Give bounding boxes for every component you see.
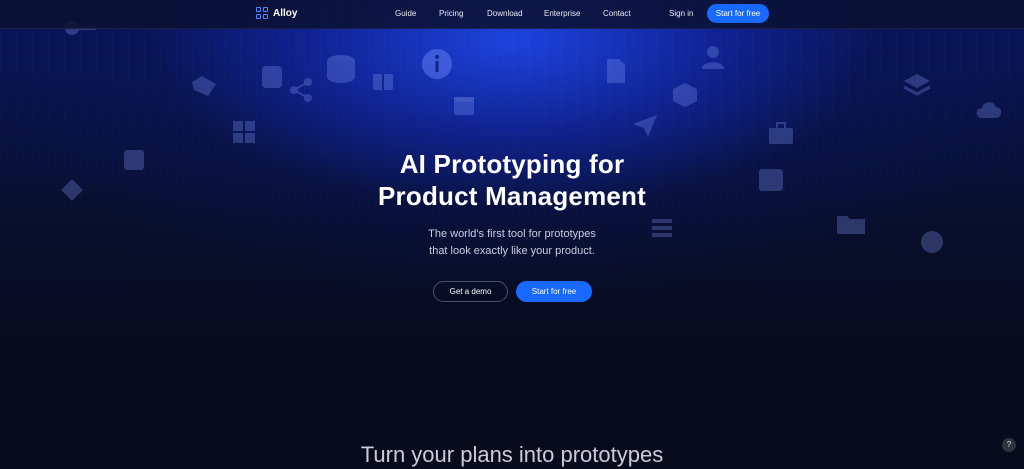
chat-icon bbox=[260, 64, 284, 92]
cube-icon bbox=[672, 82, 698, 108]
top-navigation: Alloy Guide Pricing Download Enterprise … bbox=[0, 0, 1024, 29]
alloy-logo-icon bbox=[256, 7, 268, 19]
user-icon bbox=[701, 44, 725, 70]
document-icon bbox=[605, 57, 627, 85]
nav-link-guide[interactable]: Guide bbox=[395, 9, 416, 18]
hero-title-line-1: AI Prototyping for bbox=[399, 149, 625, 179]
hero-subtitle-line-2: that look exactly like your product. bbox=[429, 245, 595, 257]
hero-subtitle-line-1: The world's first tool for prototypes bbox=[428, 228, 596, 240]
diamond-icon bbox=[60, 178, 84, 202]
nav-link-enterprise[interactable]: Enterprise bbox=[544, 9, 580, 18]
nav-start-for-free-button[interactable]: Start for free bbox=[707, 4, 769, 23]
box-icon bbox=[757, 165, 785, 193]
section-heading: Turn your plans into prototypes bbox=[360, 442, 664, 467]
calendar-icon bbox=[452, 93, 476, 117]
gift-icon bbox=[371, 68, 395, 92]
nav-link-contact[interactable]: Contact bbox=[603, 9, 631, 18]
hero-subtitle: The world's first tool for prototypes th… bbox=[362, 226, 662, 260]
send-icon bbox=[632, 114, 658, 138]
get-a-demo-button[interactable]: Get a demo bbox=[433, 281, 508, 302]
layers-icon bbox=[902, 72, 932, 100]
grid-icon bbox=[232, 120, 256, 144]
logo[interactable]: Alloy bbox=[256, 7, 297, 19]
database-icon bbox=[325, 53, 357, 85]
logo-text: Alloy bbox=[273, 7, 298, 19]
tag-icon bbox=[190, 74, 218, 98]
nav-link-pricing[interactable]: Pricing bbox=[439, 9, 463, 18]
clock-icon bbox=[920, 230, 944, 254]
square-icon bbox=[122, 148, 146, 172]
hero-title-line-2: Product Management bbox=[378, 181, 646, 211]
sign-in-link[interactable]: Sign in bbox=[669, 9, 693, 18]
help-button[interactable]: ? bbox=[1002, 438, 1016, 452]
info-icon bbox=[421, 48, 453, 80]
nav-link-download[interactable]: Download bbox=[487, 9, 523, 18]
briefcase-icon bbox=[768, 122, 794, 146]
hero-start-for-free-button[interactable]: Start for free bbox=[516, 281, 592, 302]
share-icon bbox=[288, 78, 314, 102]
cloud-icon bbox=[974, 98, 1004, 120]
hero-title: AI Prototyping for Product Management bbox=[312, 148, 712, 212]
folder-icon bbox=[836, 212, 866, 236]
